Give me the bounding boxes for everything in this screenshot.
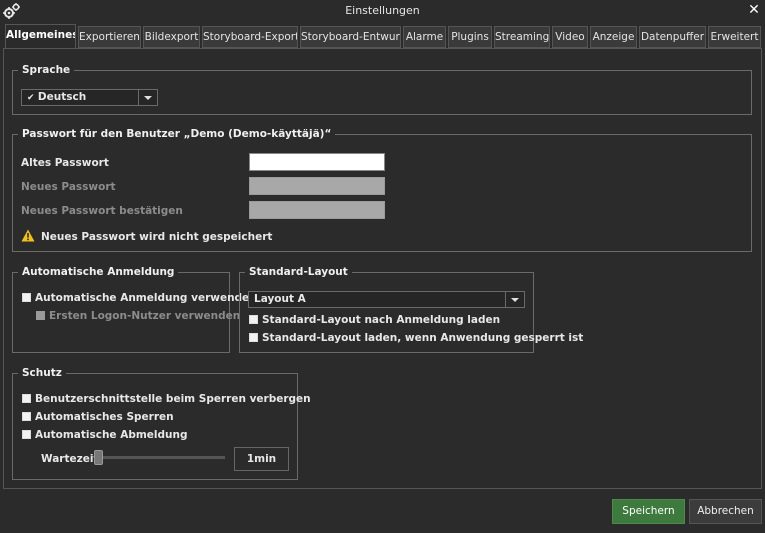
auto-login-group-title: Automatische Anmeldung xyxy=(18,266,179,278)
language-selected-value: Deutsch xyxy=(37,91,87,103)
password-group-title: Passwort für den Benutzer „Demo (Demo-kä… xyxy=(18,128,336,140)
tab-allgemeines[interactable]: Allgemeines xyxy=(5,24,76,49)
confirm-password-label: Neues Passwort bestätigen xyxy=(21,205,183,217)
load-after-login-checkbox[interactable] xyxy=(249,315,258,324)
hide-ui-on-lock-label: Benutzerschnittstelle beim Sperren verbe… xyxy=(35,393,311,405)
hide-ui-on-lock-checkbox[interactable] xyxy=(22,394,31,403)
password-warning-text: Neues Passwort wird nicht gespeichert xyxy=(41,231,273,243)
wait-time-slider-track[interactable] xyxy=(94,456,225,459)
auto-lock-checkbox[interactable] xyxy=(22,412,31,421)
tab-plugins[interactable]: Plugins xyxy=(448,26,492,48)
check-icon: ✔ xyxy=(27,93,35,103)
language-group-title: Sprache xyxy=(18,64,75,76)
load-when-locked-label: Standard-Layout laden, wenn Anwendung ge… xyxy=(262,332,584,344)
new-password-label: Neues Passwort xyxy=(21,181,116,193)
tab-streaming[interactable]: Streaming xyxy=(494,26,550,48)
tab-bildexport[interactable]: Bildexport xyxy=(143,26,200,48)
tab-anzeige[interactable]: Anzeige xyxy=(590,26,637,48)
wait-time-value: 1min xyxy=(234,447,289,471)
auto-logout-label: Automatische Abmeldung xyxy=(35,429,188,441)
auto-login-label: Automatische Anmeldung verwenden xyxy=(35,292,257,304)
tab-datenpuffer[interactable]: Datenpuffer xyxy=(639,26,706,48)
load-when-locked-checkbox[interactable] xyxy=(249,333,258,342)
tab-alarme[interactable]: Alarme xyxy=(403,26,446,48)
default-layout-group-title: Standard-Layout xyxy=(245,266,352,278)
default-layout-select[interactable]: Layout A xyxy=(248,291,525,308)
first-logon-user-checkbox[interactable] xyxy=(36,311,45,320)
old-password-field[interactable] xyxy=(249,153,385,171)
chevron-down-icon xyxy=(505,292,524,307)
old-password-label: Altes Passwort xyxy=(21,157,109,169)
wait-time-slider-handle[interactable] xyxy=(94,450,103,465)
auto-lock-label: Automatisches Sperren xyxy=(35,411,174,423)
default-layout-selected-value: Layout A xyxy=(254,293,306,305)
auto-login-checkbox[interactable] xyxy=(22,293,31,302)
tab-storyboard-export[interactable]: Storyboard-Export xyxy=(202,26,298,48)
window-title: Einstellungen xyxy=(345,4,420,17)
close-icon[interactable]: ✕ xyxy=(745,1,763,19)
save-button[interactable]: Speichern xyxy=(612,499,685,524)
cancel-button[interactable]: Abbrechen xyxy=(689,499,762,524)
warning-icon xyxy=(21,229,35,242)
auto-logout-checkbox[interactable] xyxy=(22,430,31,439)
protection-group-title: Schutz xyxy=(18,367,66,379)
tab-storyboard-entwurf[interactable]: Storyboard-Entwurf xyxy=(300,26,401,48)
tab-erweitert[interactable]: Erweitert xyxy=(708,26,761,48)
new-password-field[interactable] xyxy=(249,177,385,195)
chevron-down-icon xyxy=(138,90,157,105)
tab-exportieren[interactable]: Exportieren xyxy=(78,26,141,48)
language-select[interactable]: ✔ Deutsch xyxy=(21,89,158,106)
first-logon-user-label: Ersten Logon-Nutzer verwenden xyxy=(49,310,241,322)
tab-video[interactable]: Video xyxy=(552,26,588,48)
confirm-password-field[interactable] xyxy=(249,201,385,219)
load-after-login-label: Standard-Layout nach Anmeldung laden xyxy=(262,314,501,326)
